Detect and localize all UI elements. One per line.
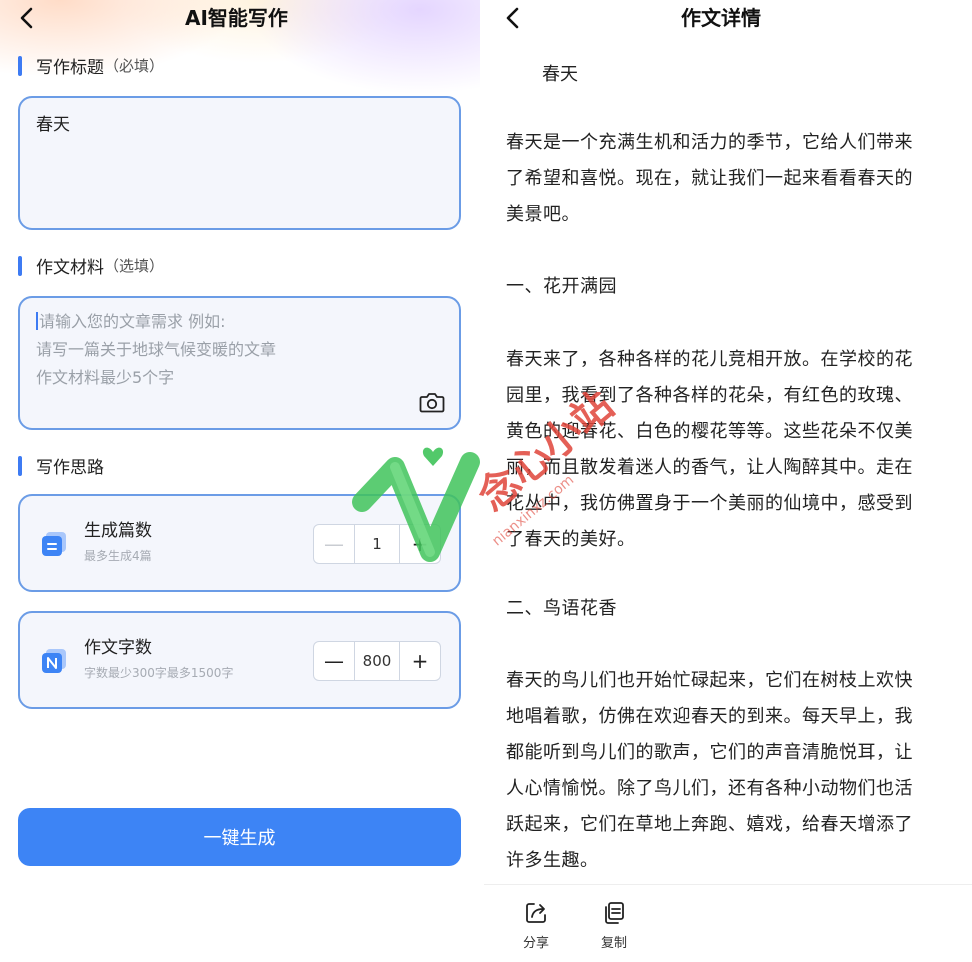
copy-label: 复制 — [600, 936, 627, 951]
title-input-value: 春天 — [36, 115, 70, 135]
material-textarea[interactable]: 请输入您的文章需求 例如: 请写一篇关于地球气候变暖的文章 作文材料最少5个字 — [18, 296, 461, 430]
word-count-increase-button[interactable]: + — [400, 642, 440, 680]
page-title: AI智能写作 — [185, 6, 288, 30]
share-icon — [526, 903, 546, 923]
article-count-card: 生成篇数 最多生成4篇 — 1 + — [18, 494, 461, 592]
material-placeholder-line: 作文材料最少5个字 — [36, 368, 175, 387]
article-paragraph: 春天来了，各种各样的花儿竞相开放。在学校的花 园里，我看到了各种各样的花朵，有红… — [506, 349, 913, 550]
title-input[interactable]: 春天 — [18, 96, 461, 230]
idea-section-label: 写作思路 — [18, 453, 104, 478]
material-label: 作文材料 — [36, 258, 104, 278]
title-label: 写作标题 — [36, 58, 104, 78]
word-count-hint: 字数最少300字最多1500字 — [84, 666, 234, 680]
ai-writing-screen: AI智能写作 写作标题 （必填） 春天 作文材料 （选填） 请输入您的文章需求 … — [0, 0, 480, 962]
section-marker — [18, 255, 22, 276]
share-label: 分享 — [522, 936, 549, 951]
section-marker — [18, 55, 22, 76]
article-count-increase-button[interactable]: + — [400, 525, 440, 563]
idea-label: 写作思路 — [36, 458, 104, 478]
n-stack-icon — [42, 649, 66, 673]
material-placeholder-line: 请输入您的文章需求 例如: — [36, 308, 443, 336]
article-title: 春天 — [542, 64, 578, 85]
article-count-decrease-button[interactable]: — — [314, 525, 354, 563]
article-heading: 二、鸟语花香 — [506, 598, 617, 619]
back-button[interactable] — [12, 4, 40, 32]
word-count-value[interactable]: 800 — [354, 642, 400, 680]
text-caret — [36, 312, 38, 330]
article-count-value[interactable]: 1 — [354, 525, 400, 563]
article-count-title: 生成篇数 — [84, 521, 152, 541]
copy-button[interactable]: 复制 — [590, 900, 638, 951]
word-count-title: 作文字数 — [84, 638, 152, 658]
copy-icon — [605, 902, 624, 924]
material-section-label: 作文材料 （选填） — [18, 253, 164, 278]
word-count-decrease-button[interactable]: — — [314, 642, 354, 680]
generate-button[interactable]: 一键生成 — [18, 808, 461, 866]
bottom-divider — [484, 884, 972, 885]
camera-icon[interactable] — [419, 390, 445, 414]
word-count-stepper: — 800 + — [313, 641, 441, 681]
material-optional-hint: （选填） — [104, 257, 165, 275]
word-count-card: 作文字数 字数最少300字最多1500字 — 800 + — [18, 611, 461, 709]
title-required-hint: （必填） — [104, 57, 165, 75]
stack-list-icon — [42, 532, 66, 556]
article-paragraph: 春天是一个充满生机和活力的季节，它给人们带来 了希望和喜悦。现在，就让我们一起来… — [506, 132, 913, 225]
material-placeholder-line: 请写一篇关于地球气候变暖的文章 — [36, 340, 277, 359]
article-count-hint: 最多生成4篇 — [84, 549, 152, 563]
article-paragraph: 春天的鸟儿们也开始忙碌起来，它们在树枝上欢快 地唱着歌，仿佛在欢迎春天的到来。每… — [506, 670, 913, 871]
section-marker — [18, 455, 22, 476]
essay-detail-screen: 作文详情 春天 春天是一个充满生机和活力的季节，它给人们带来 了希望和喜悦。现在… — [484, 0, 972, 962]
share-button[interactable]: 分享 — [512, 900, 560, 951]
article-heading: 一、花开满园 — [506, 276, 617, 297]
back-button[interactable] — [498, 4, 526, 32]
page-title: 作文详情 — [681, 6, 761, 30]
article-count-stepper: — 1 + — [313, 524, 441, 564]
title-section-label: 写作标题 （必填） — [18, 53, 164, 78]
chevron-left-icon — [20, 7, 33, 29]
chevron-left-icon — [506, 7, 519, 29]
